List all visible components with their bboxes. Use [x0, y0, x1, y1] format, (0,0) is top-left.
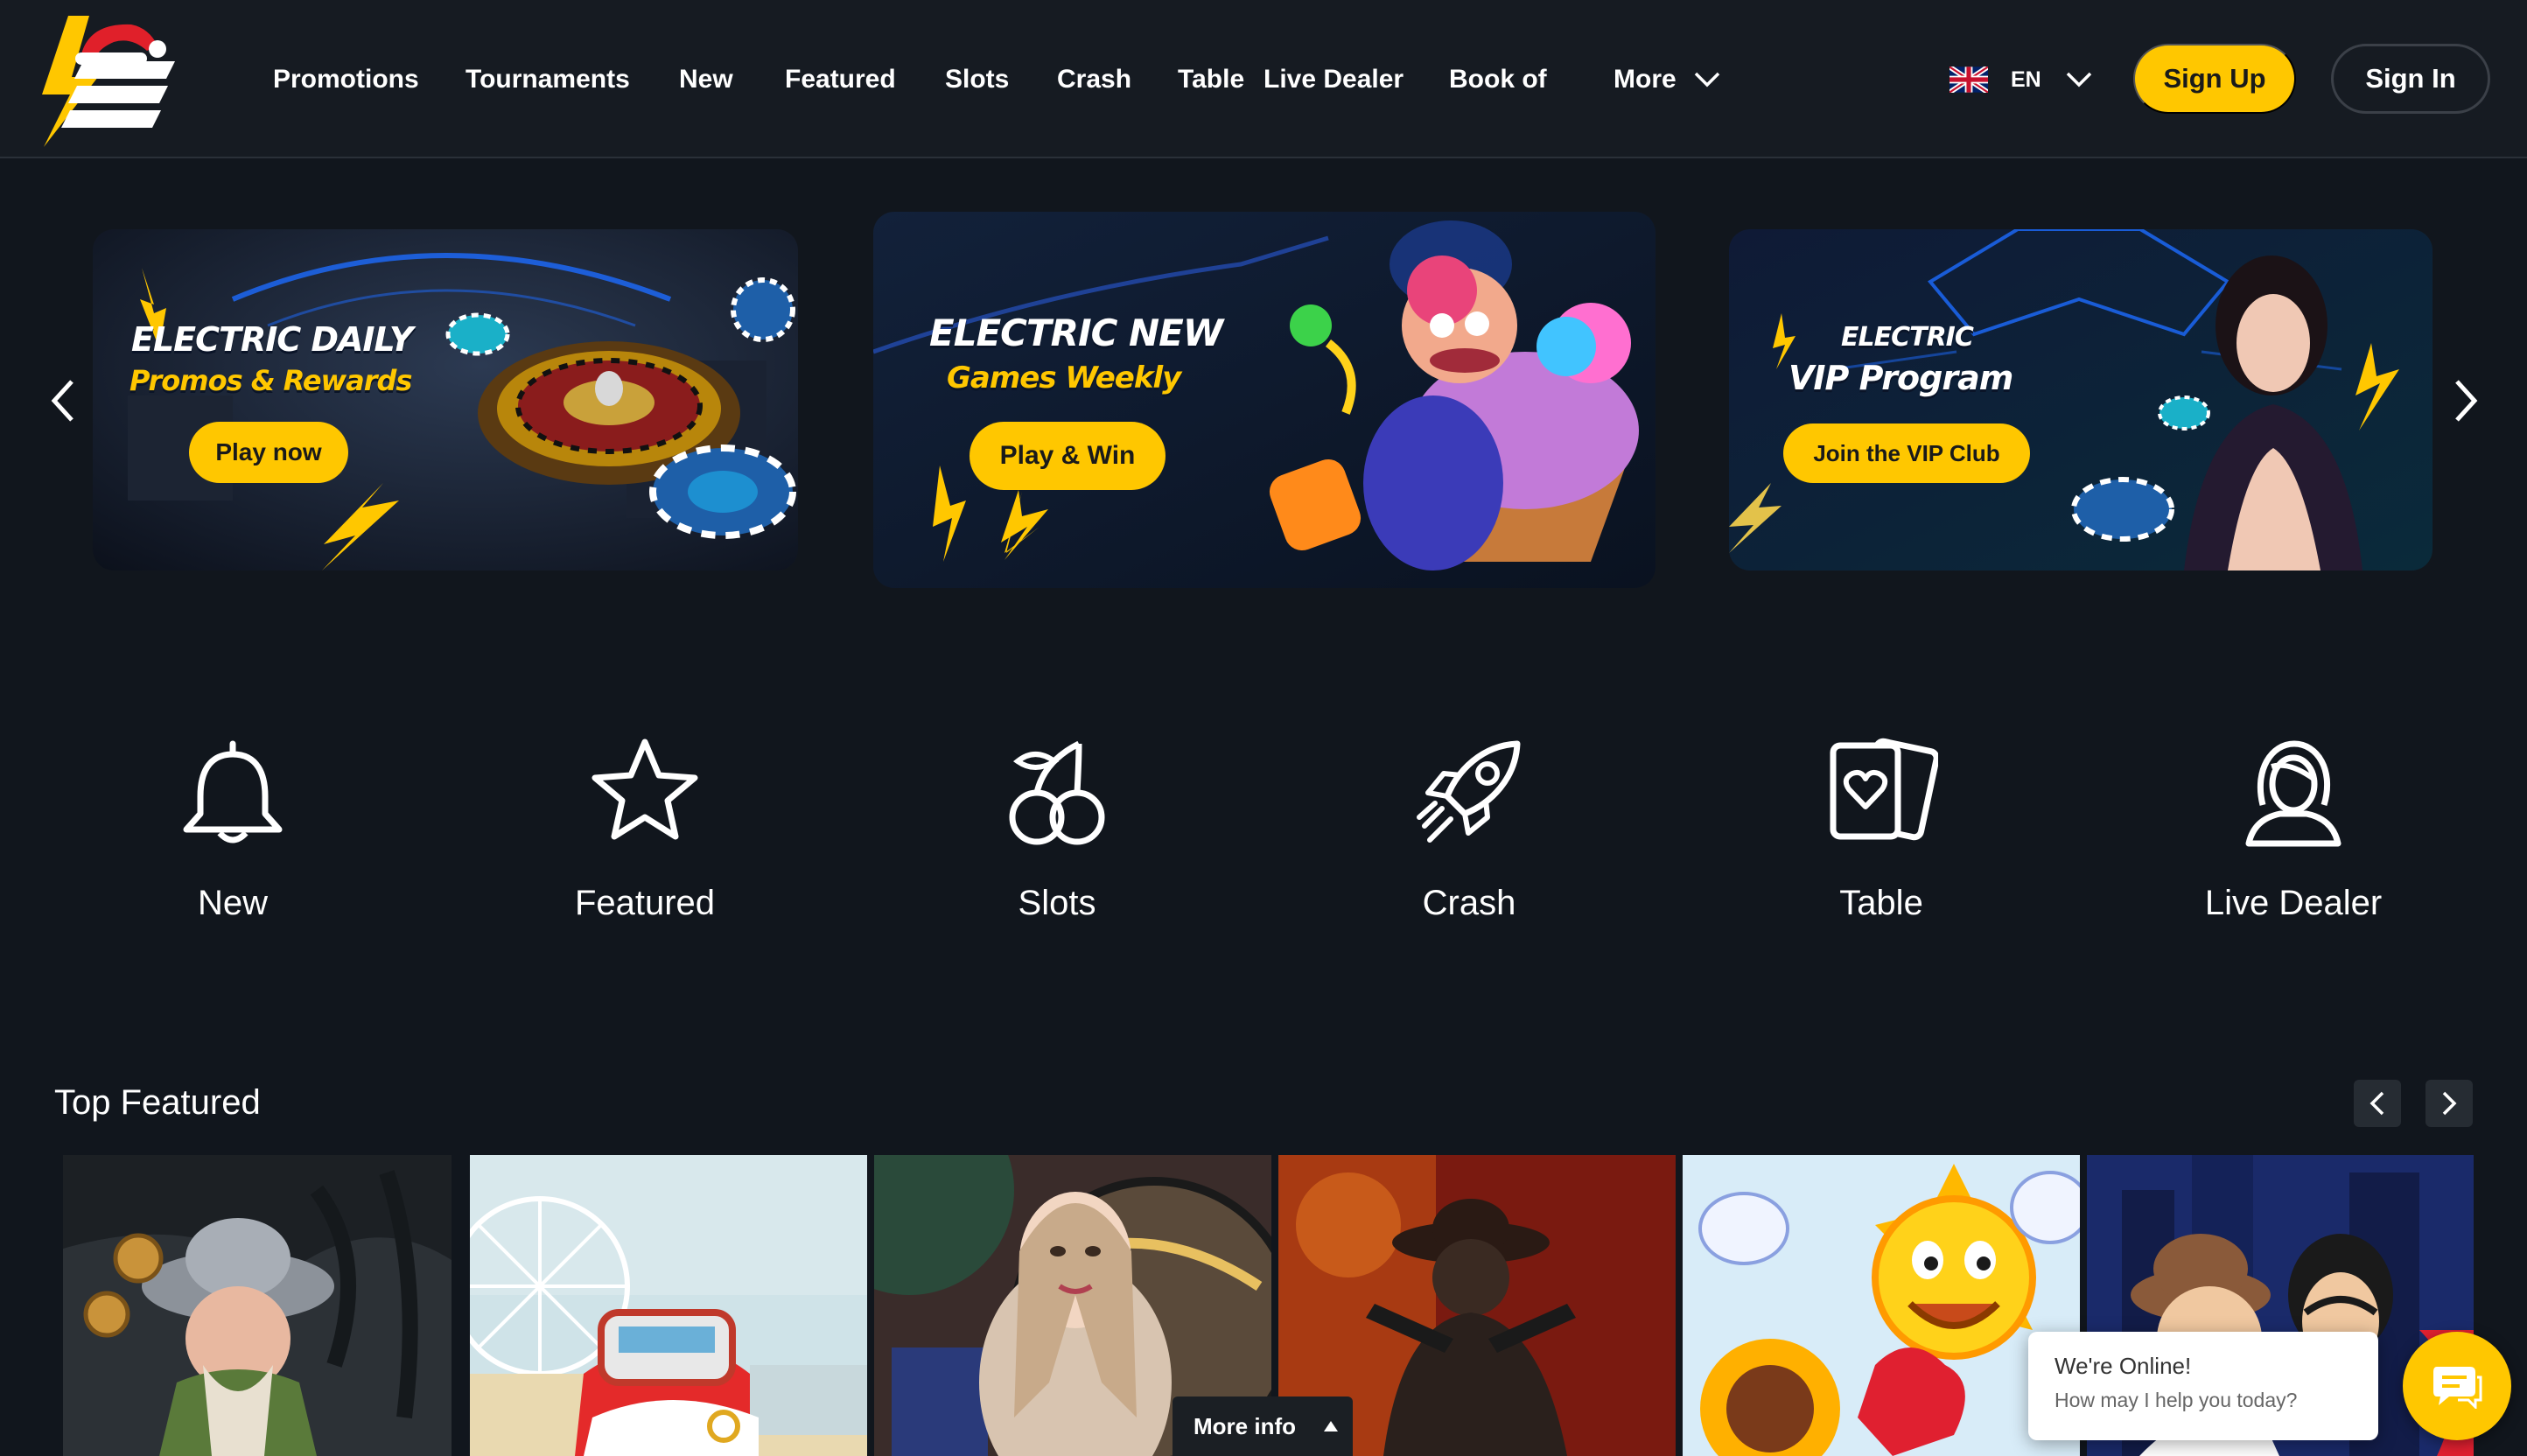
- category-label: Table: [1839, 884, 1923, 922]
- star-icon: [592, 738, 698, 840]
- banner-daily-background: [93, 229, 798, 570]
- category-crash[interactable]: Crash: [1347, 735, 1592, 936]
- banner-new-games-background: [873, 212, 1656, 588]
- banner-subtitle: VIP Program: [1788, 359, 2013, 397]
- more-info-label: More info: [1194, 1412, 1296, 1439]
- nav-new[interactable]: New: [679, 65, 785, 94]
- category-new[interactable]: New: [110, 735, 355, 936]
- chat-icon: [2433, 1367, 2482, 1409]
- category-label: New: [197, 884, 269, 922]
- language-selector[interactable]: EN: [1950, 61, 2092, 98]
- category-live-dealer[interactable]: Live Dealer: [2171, 735, 2416, 936]
- nav-crash[interactable]: Crash: [1057, 65, 1178, 94]
- nav-table[interactable]: Table: [1178, 65, 1264, 94]
- game-thumbnail: [54, 1155, 452, 1456]
- featured-next-button[interactable]: [2426, 1080, 2473, 1127]
- chevron-left-icon: [2370, 1091, 2384, 1116]
- bell-icon: [183, 740, 283, 844]
- nav-live-dealer[interactable]: Live Dealer: [1264, 65, 1449, 94]
- carousel-next-arrow[interactable]: [2448, 376, 2483, 425]
- caret-up-icon: [1324, 1421, 1338, 1432]
- featured-prev-button[interactable]: [2354, 1080, 2401, 1127]
- game-thumbnail: [1683, 1155, 2080, 1456]
- banner-title: ELECTRIC DAILY: [131, 320, 413, 359]
- banner-vip-program[interactable]: ELECTRIC VIP Program Join the VIP Club: [1729, 229, 2432, 570]
- site-header: Promotions Tournaments New Featured Slot…: [0, 0, 2527, 158]
- nav-tournaments[interactable]: Tournaments: [466, 65, 679, 94]
- sign-in-button[interactable]: Sign In: [2331, 44, 2490, 114]
- uk-flag-icon: [1950, 66, 1988, 93]
- banner-subtitle: Promos & Rewards: [130, 364, 412, 397]
- nav-promotions[interactable]: Promotions: [273, 65, 466, 94]
- nav-featured[interactable]: Featured: [785, 65, 945, 94]
- language-code: EN: [2011, 66, 2041, 92]
- banner-vip-background: [1729, 229, 2432, 570]
- chat-title: We're Online!: [2054, 1353, 2192, 1379]
- game-tile[interactable]: [54, 1155, 452, 1456]
- play-win-button[interactable]: Play & Win: [970, 422, 1166, 490]
- join-vip-button[interactable]: Join the VIP Club: [1783, 424, 2030, 483]
- category-slots[interactable]: Slots: [934, 735, 1180, 936]
- nav-more[interactable]: More: [1614, 65, 1720, 94]
- banner-new-games[interactable]: ELECTRIC NEW Games Weekly Play & Win: [873, 212, 1656, 588]
- category-label: Featured: [574, 884, 716, 922]
- nav-book-of[interactable]: Book of: [1449, 65, 1614, 94]
- banner-title: ELECTRIC NEW: [929, 312, 1223, 354]
- main-nav: Promotions Tournaments New Featured Slot…: [273, 52, 1720, 107]
- category-label: Crash: [1422, 884, 1516, 922]
- category-label: Live Dealer: [2204, 884, 2383, 922]
- carousel-prev-arrow[interactable]: [46, 376, 80, 425]
- rocket-icon: [1417, 740, 1521, 843]
- game-thumbnail: [470, 1155, 867, 1456]
- section-title-top-featured: Top Featured: [54, 1083, 261, 1122]
- category-table[interactable]: Table: [1759, 735, 2004, 936]
- category-label: Slots: [1018, 884, 1096, 922]
- nav-more-label: More: [1614, 65, 1676, 94]
- play-now-button[interactable]: Play now: [189, 422, 348, 483]
- cards-icon: [1830, 738, 1938, 841]
- site-logo[interactable]: [35, 7, 184, 151]
- game-tile[interactable]: [1683, 1155, 2080, 1456]
- more-info-toggle[interactable]: More info: [1172, 1396, 1353, 1456]
- category-featured[interactable]: Featured: [522, 735, 767, 936]
- cherries-icon: [1009, 740, 1105, 845]
- banner-subtitle: Games Weekly: [947, 360, 1181, 396]
- chevron-down-icon: [2066, 72, 2091, 88]
- nav-slots[interactable]: Slots: [945, 65, 1057, 94]
- chat-open-button[interactable]: [2403, 1332, 2511, 1440]
- chat-subtitle: How may I help you today?: [2054, 1389, 2298, 1411]
- banner-title: ELECTRIC: [1841, 322, 1974, 353]
- chevron-right-icon: [2442, 1091, 2457, 1116]
- banner-daily-promos[interactable]: ELECTRIC DAILY Promos & Rewards Play now: [93, 229, 798, 570]
- chat-greeting[interactable]: We're Online! How may I help you today?: [2028, 1332, 2378, 1440]
- sign-up-button[interactable]: Sign Up: [2133, 44, 2296, 114]
- chevron-down-icon: [1694, 72, 1719, 88]
- game-tile[interactable]: [470, 1155, 867, 1456]
- dealer-icon: [2245, 740, 2342, 847]
